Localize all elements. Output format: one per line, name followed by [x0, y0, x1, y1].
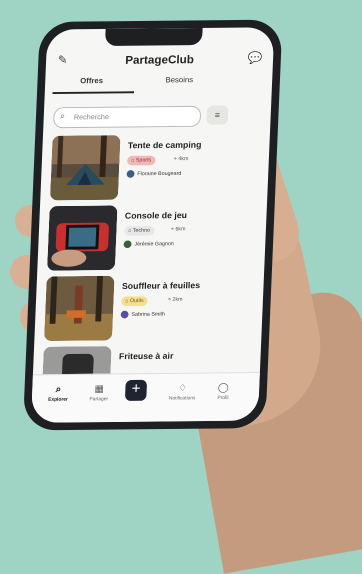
- tent-photo: [49, 135, 121, 201]
- tab-bar: Offres Besoins: [45, 75, 273, 96]
- bell-icon: ♢: [178, 383, 188, 394]
- grid-icon: ▦: [94, 384, 104, 395]
- category-badge: ⌂ Outils: [121, 296, 148, 307]
- add-button[interactable]: +: [124, 379, 148, 401]
- nav-profil[interactable]: ◯ Profil: [206, 383, 240, 401]
- category-badge: ⌂ Techno: [124, 225, 155, 236]
- location-pin-icon: ⌖: [173, 156, 177, 163]
- chat-icon[interactable]: 💬: [248, 51, 263, 64]
- location-pin-icon: ⌖: [167, 296, 172, 303]
- avatar: [123, 240, 132, 249]
- avatar: [120, 310, 129, 319]
- search-input[interactable]: ⌕ Recherche: [52, 105, 202, 129]
- tag-icon: ⌂: [131, 157, 135, 164]
- air-fryer-photo: [42, 346, 112, 376]
- tag-icon: ⌂: [125, 298, 129, 305]
- search-icon: ⌕: [60, 110, 66, 121]
- search-placeholder: Recherche: [73, 112, 110, 122]
- filter-icon: ≡: [214, 110, 221, 120]
- tag-icon: ⌂: [128, 228, 132, 234]
- notch: [104, 27, 203, 47]
- leaf-blower-photo: [44, 275, 115, 342]
- filter-button[interactable]: ≡: [206, 105, 229, 125]
- phone-screen: ✎ PartageClub 💬 Offres Besoins ⌕ Recherc…: [30, 27, 275, 423]
- badge-label: Techno: [132, 227, 151, 234]
- nav-label: Partager: [89, 396, 109, 403]
- distance-value: 4km: [178, 156, 189, 163]
- app-title: PartageClub: [125, 52, 195, 67]
- item-title: Friteuse à air: [118, 351, 174, 362]
- distance-value: 2km: [172, 296, 183, 303]
- active-tab-indicator: [52, 91, 135, 95]
- nav-label: Profil: [217, 395, 229, 401]
- list-item[interactable]: Friteuse à air: [42, 345, 238, 376]
- owner-name: Floraine Bougeard: [137, 171, 182, 178]
- list-item[interactable]: Console de jeu ⌂ Techno ⌖ 6km Jérémie Ga…: [46, 204, 244, 273]
- distance: ⌖ 2km: [168, 297, 183, 304]
- distance: ⌖ 4km: [174, 156, 189, 163]
- item-title: Tente de camping: [127, 139, 202, 151]
- search-icon: ⌕: [55, 384, 62, 396]
- nav-notifications[interactable]: ♢ Notifications: [166, 383, 200, 401]
- distance: ⌖ 6km: [171, 227, 186, 234]
- user-icon: ◯: [217, 382, 229, 394]
- tab-offres[interactable]: Offres: [80, 76, 103, 85]
- badge-label: Outils: [129, 298, 144, 305]
- distance-value: 6km: [175, 226, 186, 233]
- badge-label: Sports: [135, 157, 152, 164]
- nav-partager[interactable]: ▦ Partager: [82, 384, 116, 402]
- nav-explorer[interactable]: ⌕ Explorer: [41, 384, 75, 403]
- console-photo: [46, 205, 118, 271]
- avatar: [126, 170, 135, 178]
- owner: Sabrina Smith: [120, 310, 166, 319]
- list-item[interactable]: Souffleur à feuilles ⌂ Outils ⌖ 2km Sabr…: [44, 274, 241, 343]
- app-header: ✎ PartageClub 💬: [46, 48, 274, 73]
- owner: Jérémie Gagnon: [123, 240, 174, 249]
- owner-name: Jérémie Gagnon: [134, 241, 174, 248]
- item-title: Console de jeu: [124, 210, 188, 221]
- category-badge: ⌂ Sports: [127, 155, 156, 166]
- list-item[interactable]: Tente de camping ⌂ Sports ⌖ 4km Floraine…: [49, 134, 247, 203]
- owner-name: Sabrina Smith: [131, 311, 166, 318]
- tab-besoins[interactable]: Besoins: [165, 75, 193, 84]
- owner: Floraine Bougeard: [126, 170, 182, 178]
- location-pin-icon: ⌖: [170, 226, 175, 233]
- bottom-navigation: ⌕ Explorer ▦ Partager + ♢ Notifications …: [30, 372, 260, 423]
- nav-label: Notifications: [168, 395, 196, 402]
- nav-label: Explorer: [48, 396, 68, 403]
- smartphone: ✎ PartageClub 💬 Offres Besoins ⌕ Recherc…: [22, 19, 283, 431]
- item-title: Souffleur à feuilles: [121, 280, 201, 291]
